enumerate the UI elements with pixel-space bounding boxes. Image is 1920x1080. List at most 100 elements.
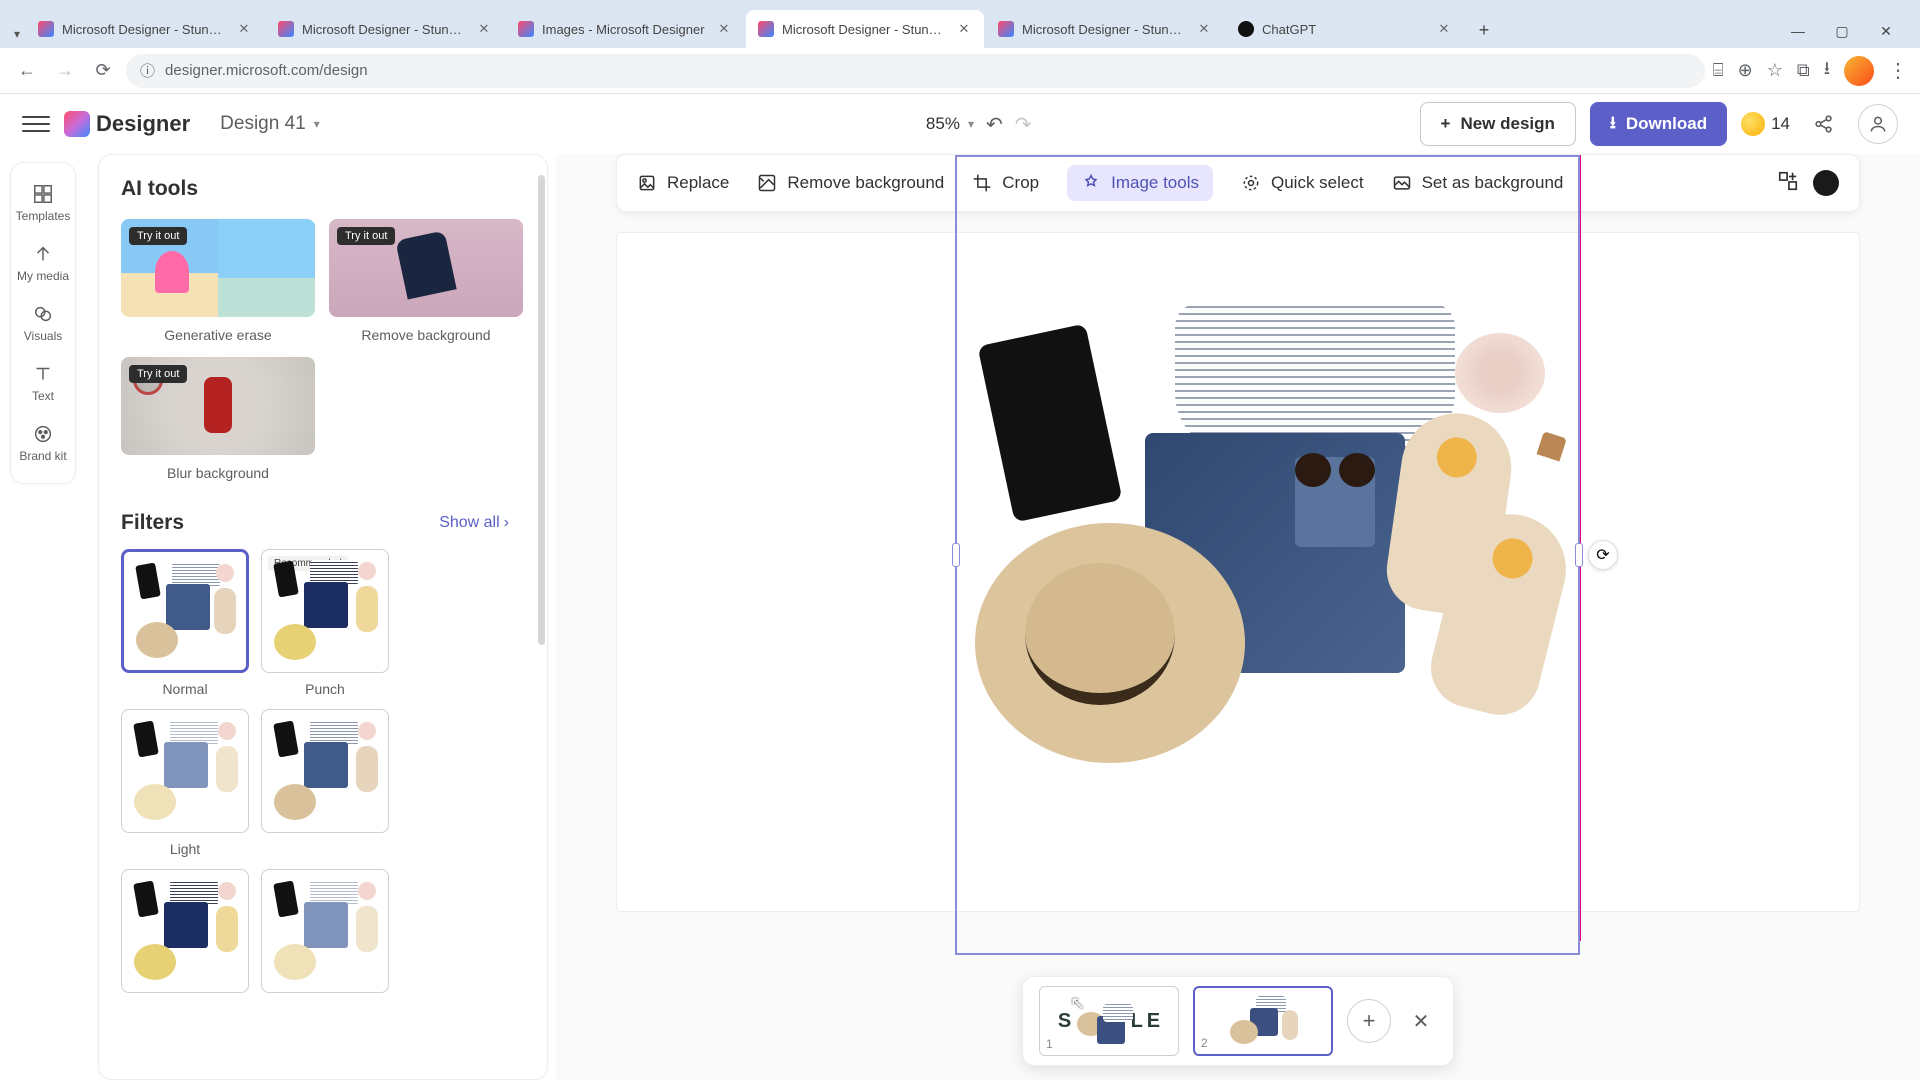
tab-title: Microsoft Designer - Stunning <box>302 22 468 37</box>
tab-title: ChatGPT <box>1262 22 1428 37</box>
close-icon[interactable]: ✕ <box>716 21 732 37</box>
rail-label: Text <box>32 389 54 403</box>
rail-text[interactable]: Text <box>11 353 75 413</box>
browser-menu-icon[interactable]: ⋮ <box>1888 58 1908 83</box>
url-input[interactable]: ⓘ designer.microsoft.com/design <box>126 54 1705 88</box>
filters-heading: Filters <box>121 511 184 535</box>
site-info-icon[interactable]: ⓘ <box>140 60 155 81</box>
close-window-button[interactable]: ✕ <box>1872 23 1900 40</box>
redo-button[interactable]: ↷ <box>1015 112 1032 137</box>
rail-brand-kit[interactable]: Brand kit <box>11 413 75 473</box>
ai-card-generative-erase[interactable]: Try it out Generative erase <box>121 219 315 343</box>
address-bar: ← → ⟳ ⓘ designer.microsoft.com/design ⌸ … <box>0 48 1920 94</box>
page-thumbnail-2[interactable]: 2 <box>1193 986 1333 1056</box>
favicon-icon <box>278 21 294 37</box>
filter-label: Punch <box>261 681 389 697</box>
browser-tab-active[interactable]: Microsoft Designer - Stunning ✕ <box>746 10 984 48</box>
browser-tab[interactable]: Microsoft Designer - Stunning ✕ <box>26 10 264 48</box>
panel-scrollbar[interactable] <box>538 175 545 645</box>
ai-card-remove-background[interactable]: Try it out Remove background <box>329 219 523 343</box>
downloads-icon[interactable]: ⭳ <box>1824 56 1830 86</box>
brand-logo-icon <box>64 111 90 137</box>
page-thumbnail-1[interactable]: ↖ S Y L E 1 <box>1039 986 1179 1056</box>
minimize-button[interactable]: — <box>1784 23 1812 40</box>
reload-button[interactable]: ⟳ <box>88 56 118 86</box>
plus-icon: + <box>1441 114 1451 134</box>
coins-indicator[interactable]: 14 <box>1741 112 1790 136</box>
left-rail: Templates My media Visuals Text Brand ki… <box>0 154 86 1080</box>
rail-label: Visuals <box>24 329 62 343</box>
window-controls: — ▢ ✕ <box>1772 23 1912 48</box>
main-layout: Templates My media Visuals Text Brand ki… <box>0 154 1920 1080</box>
hamburger-menu-button[interactable] <box>22 110 50 138</box>
tab-title: Microsoft Designer - Stunning <box>1022 22 1188 37</box>
filter-option[interactable] <box>261 709 389 857</box>
artboard[interactable]: ⟳ <box>616 232 1860 912</box>
tab-title: Microsoft Designer - Stunning <box>782 22 948 37</box>
close-icon[interactable]: ✕ <box>236 21 252 37</box>
browser-tab[interactable]: Microsoft Designer - Stunning ✕ <box>266 10 504 48</box>
zoom-dropdown[interactable]: 85% ▾ <box>926 114 974 134</box>
close-icon[interactable]: ✕ <box>1196 21 1212 37</box>
replace-button[interactable]: Replace <box>637 173 729 193</box>
zoom-icon[interactable]: ⊕ <box>1738 60 1753 81</box>
browser-tab[interactable]: ChatGPT ✕ <box>1226 10 1464 48</box>
browser-tab[interactable]: Images - Microsoft Designer ✕ <box>506 10 744 48</box>
url-text: designer.microsoft.com/design <box>165 62 368 79</box>
ai-card-blur-background[interactable]: Try it out Blur background <box>121 357 315 481</box>
page-number: 2 <box>1201 1036 1208 1050</box>
favicon-icon <box>1238 21 1254 37</box>
filter-light[interactable]: Light <box>121 709 249 857</box>
design-name-dropdown[interactable]: Design 41 ▾ <box>220 113 320 135</box>
page-strip: ↖ S Y L E 1 2 + ✕ <box>1022 976 1454 1066</box>
color-swatch-button[interactable] <box>1813 170 1839 196</box>
show-all-link[interactable]: Show all › <box>439 514 509 532</box>
resize-handle-left[interactable] <box>952 543 960 567</box>
brand[interactable]: Designer <box>64 111 190 137</box>
thumb-letter: E <box>1147 1010 1160 1033</box>
filter-normal[interactable]: Normal <box>121 549 249 697</box>
filter-option[interactable] <box>261 869 389 993</box>
maximize-button[interactable]: ▢ <box>1828 23 1856 40</box>
filter-option[interactable] <box>121 869 249 993</box>
close-page-strip-button[interactable]: ✕ <box>1405 1005 1437 1037</box>
rail-my-media[interactable]: My media <box>11 233 75 293</box>
rotate-handle[interactable]: ⟳ <box>1588 540 1618 570</box>
try-it-badge: Try it out <box>129 365 187 383</box>
show-all-label: Show all <box>439 514 499 532</box>
rail-templates[interactable]: Templates <box>11 173 75 233</box>
new-design-button[interactable]: + New design <box>1420 102 1576 146</box>
download-button[interactable]: ⭳ Download <box>1590 102 1727 146</box>
resize-handle-right[interactable] <box>1575 543 1583 567</box>
forward-button[interactable]: → <box>50 56 80 86</box>
undo-button[interactable]: ↶ <box>986 112 1003 137</box>
user-menu-button[interactable] <box>1858 104 1898 144</box>
side-panel: AI tools Try it out Generative erase Try… <box>86 154 556 1080</box>
share-button[interactable] <box>1804 104 1844 144</box>
canvas-image[interactable] <box>975 303 1555 793</box>
rail-visuals[interactable]: Visuals <box>11 293 75 353</box>
add-page-button[interactable]: + <box>1347 999 1391 1043</box>
close-icon[interactable]: ✕ <box>1436 21 1452 37</box>
favicon-icon <box>758 21 774 37</box>
more-options-button[interactable] <box>1777 170 1799 197</box>
back-button[interactable]: ← <box>12 56 42 86</box>
close-icon[interactable]: ✕ <box>476 21 492 37</box>
filter-label: Light <box>121 841 249 857</box>
thumb-letter: S <box>1058 1010 1071 1033</box>
try-it-badge: Try it out <box>337 227 395 245</box>
filter-punch[interactable]: Recommended Punch <box>261 549 389 697</box>
bookmark-icon[interactable]: ☆ <box>1767 60 1783 81</box>
remove-bg-label: Remove background <box>787 173 944 193</box>
canvas-area: Replace Remove background Crop Image too… <box>556 154 1920 1080</box>
tab-search-icon[interactable]: ▾ <box>8 20 26 48</box>
download-label: Download <box>1626 114 1707 134</box>
new-tab-button[interactable]: + <box>1466 12 1502 48</box>
browser-tab[interactable]: Microsoft Designer - Stunning ✕ <box>986 10 1224 48</box>
close-icon[interactable]: ✕ <box>956 21 972 37</box>
remove-background-button[interactable]: Remove background <box>757 173 944 193</box>
install-app-icon[interactable]: ⌸ <box>1713 60 1724 81</box>
chevron-down-icon: ▾ <box>968 117 974 131</box>
profile-avatar[interactable] <box>1844 56 1874 86</box>
extension-icon[interactable]: ⧉ <box>1797 60 1810 81</box>
